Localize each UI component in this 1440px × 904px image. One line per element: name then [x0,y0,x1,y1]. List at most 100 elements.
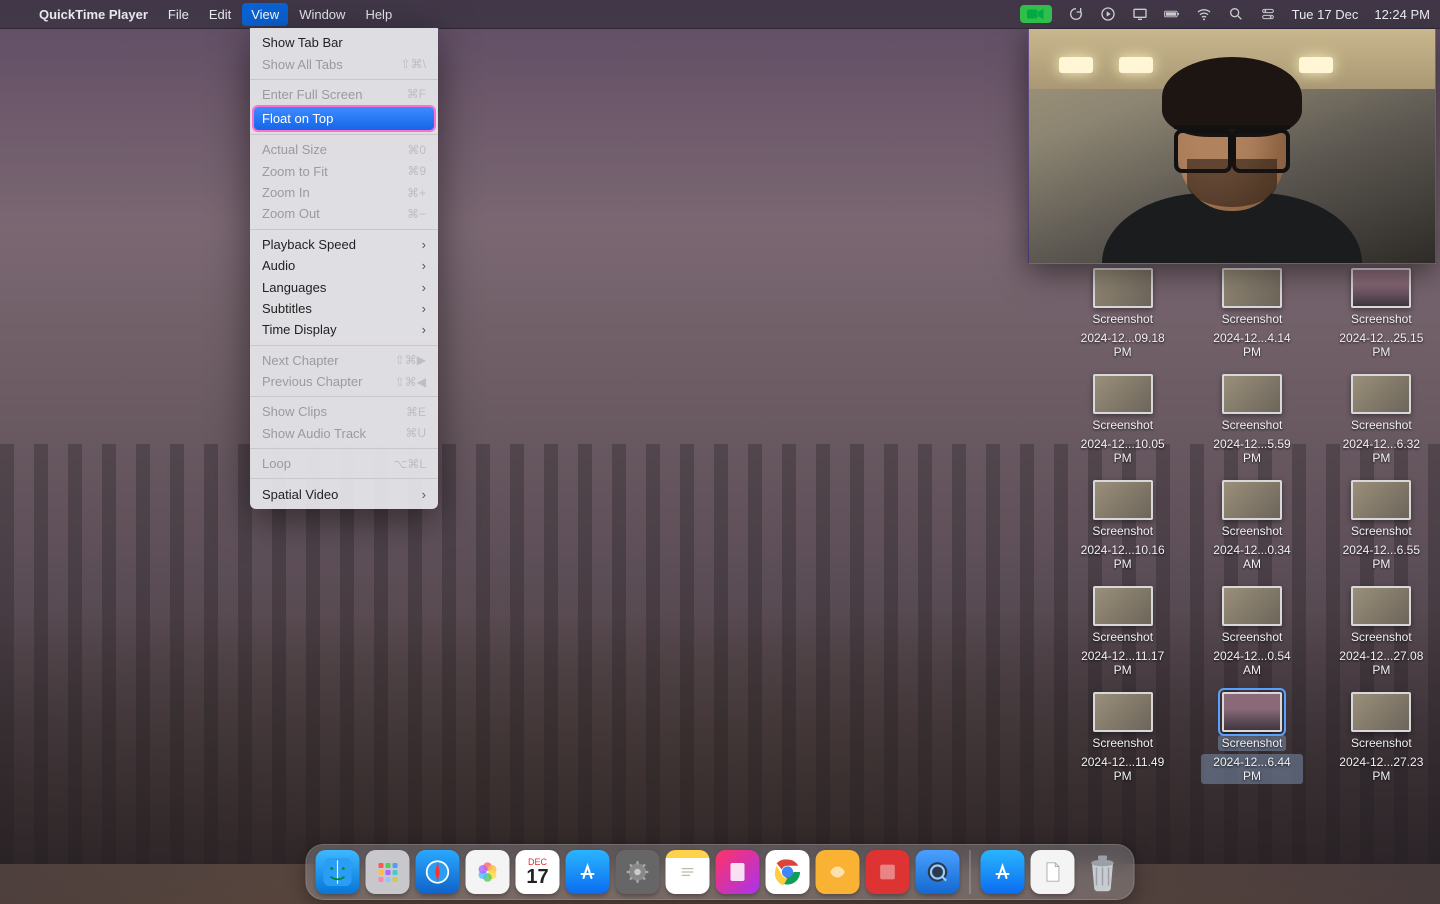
menu-item-label: Subtitles [262,301,312,316]
menu-item-label: Show Audio Track [262,426,366,441]
menu-item-float-on-top[interactable]: Float on Top [254,107,434,130]
menu-item-next-chapter: Next Chapter⇧⌘▶ [250,350,438,371]
menu-item-label: Show All Tabs [262,57,343,72]
dock-notes[interactable] [666,850,710,894]
file-name-line: 2024-12...6.32 PM [1331,436,1432,466]
dock-divider [970,850,971,894]
menubar-date[interactable]: Tue 17 Dec [1292,7,1359,22]
menu-item-label: Actual Size [262,142,327,157]
menu-view[interactable]: View [242,3,288,26]
dock-launchpad[interactable] [366,850,410,894]
desktop-file[interactable]: Screenshot2024-12...27.23 PM [1331,692,1432,784]
desktop-file[interactable]: Screenshot2024-12...27.08 PM [1331,586,1432,678]
menu-item-spatial-video[interactable]: Spatial Video› [250,483,438,504]
menu-edit[interactable]: Edit [200,3,240,26]
desktop-file[interactable]: Screenshot2024-12...4.14 PM [1201,268,1302,360]
desktop-icons-area: Screenshot2024-12...09.18 PMScreenshot20… [1072,268,1432,798]
desktop-file[interactable]: Screenshot2024-12...6.55 PM [1331,480,1432,572]
desktop-file[interactable]: Screenshot2024-12...11.49 PM [1072,692,1173,784]
menu-item-shortcut: ⇧⌘\ [401,57,426,71]
menu-app-name[interactable]: QuickTime Player [30,3,157,26]
file-name-line: 2024-12...10.16 PM [1072,542,1173,572]
submenu-arrow-icon: › [422,487,426,502]
menu-item-shortcut: ⌘F [407,87,426,101]
menu-item-zoom-out: Zoom Out⌘− [250,203,438,224]
control-center-icon[interactable] [1260,6,1276,22]
menu-item-shortcut: ⌘E [406,405,426,419]
file-name-line: 2024-12...25.15 PM [1331,330,1432,360]
menu-item-audio[interactable]: Audio› [250,255,438,276]
display-status-icon[interactable] [1132,6,1148,22]
desktop-file[interactable]: Screenshot2024-12...11.17 PM [1072,586,1173,678]
file-name-line: Screenshot [1218,523,1287,539]
dock-document[interactable] [1031,850,1075,894]
dock-app-red[interactable] [866,850,910,894]
menu-separator [250,396,438,397]
menu-item-show-clips: Show Clips⌘E [250,401,438,422]
menu-separator [250,448,438,449]
dock-safari[interactable] [416,850,460,894]
menu-item-label: Languages [262,280,326,295]
desktop-file[interactable]: Screenshot 2024-12...10.16 PM [1072,480,1173,572]
menu-item-shortcut: ⇧⌘◀ [395,375,426,389]
dock-appstore[interactable] [566,850,610,894]
dock-finder[interactable] [316,850,360,894]
desktop-file[interactable]: Screenshot2024-12...0.34 AM [1201,480,1302,572]
desktop-file[interactable]: Screenshot2024-12...09.18 PM [1072,268,1173,360]
desktop-file[interactable]: Screenshot2024-12...6.44 PM [1201,692,1302,784]
battery-status-icon[interactable] [1164,6,1180,22]
sync-status-icon[interactable] [1068,6,1084,22]
dock-calendar[interactable]: DEC17 [516,850,560,894]
dock-trash[interactable] [1081,850,1125,894]
menu-item-label: Time Display [262,322,337,337]
spotlight-search-icon[interactable] [1228,6,1244,22]
file-name-line: 2024-12...4.14 PM [1201,330,1302,360]
desktop-file[interactable]: Screenshot2024-12...0.54 AM [1201,586,1302,678]
file-name-line: Screenshot [1088,311,1157,327]
menu-file[interactable]: File [159,3,198,26]
menu-separator [250,79,438,80]
desktop-file[interactable]: Screenshot2024-12...10.05 PM [1072,374,1173,466]
menu-item-languages[interactable]: Languages› [250,276,438,297]
menu-item-subtitles[interactable]: Subtitles› [250,298,438,319]
desktop-file[interactable]: Screenshot2024-12...25.15 PM [1331,268,1432,360]
file-thumbnail [1093,480,1153,520]
menu-item-shortcut: ⌘0 [407,143,426,157]
file-thumbnail [1351,692,1411,732]
menu-item-show-tab-bar[interactable]: Show Tab Bar [250,32,438,53]
menu-item-label: Float on Top [262,111,333,126]
desktop-file[interactable]: Screenshot2024-12...5.59 PM [1201,374,1302,466]
dock-recent-appstore[interactable] [981,850,1025,894]
submenu-arrow-icon: › [422,237,426,252]
file-thumbnail [1351,586,1411,626]
wifi-status-icon[interactable] [1196,6,1212,22]
menu-item-zoom-in: Zoom In⌘+ [250,182,438,203]
menu-item-show-audio-track: Show Audio Track⌘U [250,423,438,444]
menu-item-label: Previous Chapter [262,374,362,389]
file-thumbnail [1093,692,1153,732]
menubar-time[interactable]: 12:24 PM [1374,7,1430,22]
menu-separator [250,478,438,479]
file-name-line: 2024-12...5.59 PM [1201,436,1302,466]
file-thumbnail [1093,268,1153,308]
file-name-line: Screenshot [1088,523,1157,539]
file-name-line: 2024-12...11.17 PM [1072,648,1173,678]
dock-app-yellow[interactable] [816,850,860,894]
file-thumbnail [1351,374,1411,414]
facetime-status-icon[interactable] [1020,5,1052,23]
dock-journal[interactable] [716,850,760,894]
movie-recording-window[interactable] [1028,28,1436,264]
dock-chrome[interactable] [766,850,810,894]
play-status-icon[interactable] [1100,6,1116,22]
menu-window[interactable]: Window [290,3,354,26]
menu-item-label: Playback Speed [262,237,356,252]
dock-system-settings[interactable] [616,850,660,894]
desktop-file[interactable]: Screenshot2024-12...6.32 PM [1331,374,1432,466]
menu-item-time-display[interactable]: Time Display› [250,319,438,340]
menu-item-playback-speed[interactable]: Playback Speed › [250,234,438,255]
menu-help[interactable]: Help [356,3,401,26]
file-thumbnail [1222,268,1282,308]
file-name-line: Screenshot [1088,417,1157,433]
dock-photos[interactable] [466,850,510,894]
dock-quicktime[interactable] [916,850,960,894]
